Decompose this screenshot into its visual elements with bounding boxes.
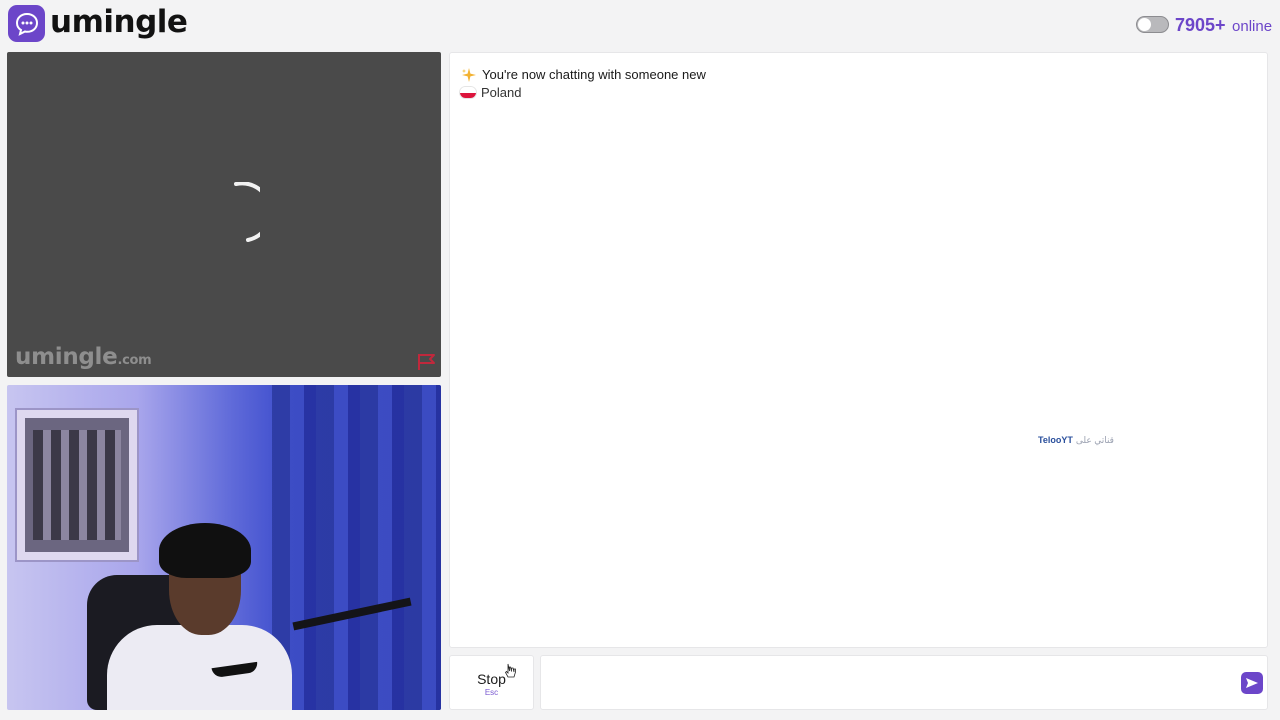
online-label: online: [1232, 18, 1273, 35]
online-plus: +: [1215, 15, 1226, 35]
chat-log[interactable]: You're now chatting with someone new Pol…: [449, 52, 1268, 648]
wall-picture-frame: [17, 410, 137, 560]
watermark-tld: .com: [117, 353, 152, 368]
mouse-pointer-icon: [505, 663, 516, 678]
report-flag-icon[interactable]: [417, 353, 437, 371]
stranger-video: umingle.com: [7, 52, 441, 377]
person-body: [107, 625, 292, 710]
online-count: 7905: [1175, 15, 1216, 35]
theme-toggle[interactable]: [1136, 16, 1169, 33]
logo-chat-icon[interactable]: [8, 5, 45, 42]
self-video: [7, 385, 441, 710]
sparkle-icon: [462, 67, 476, 82]
message-input-box[interactable]: [540, 655, 1268, 710]
stop-button[interactable]: Stop Esc: [449, 655, 534, 710]
logo-text[interactable]: umingle: [50, 4, 188, 40]
stop-shortcut-hint: Esc: [484, 688, 499, 697]
send-button[interactable]: [1241, 672, 1263, 694]
chat-status-message: You're now chatting with someone new: [462, 67, 706, 82]
person-hair: [159, 523, 251, 578]
watermark-name: umingle: [15, 344, 118, 370]
curtain: [272, 385, 441, 710]
stop-button-label: Stop: [477, 671, 506, 687]
loading-spinner-icon: [234, 182, 260, 242]
send-icon: [1246, 678, 1258, 688]
online-counter: 7905+ online: [1175, 15, 1272, 36]
poland-flag-icon: [460, 87, 476, 98]
header: umingle 7905+ online: [0, 0, 1280, 50]
overlay-text-a: TelooYT: [1038, 435, 1073, 445]
overlay-text-b: قناتي على: [1075, 435, 1114, 445]
stranger-country: Poland: [460, 85, 521, 100]
video-watermark: umingle.com: [15, 344, 152, 370]
country-name: Poland: [481, 85, 522, 100]
stream-overlay-watermark: TelooYT قناتي على: [1038, 435, 1114, 446]
toggle-knob: [1138, 18, 1151, 31]
chat-status-text: You're now chatting with someone new: [482, 67, 706, 82]
message-input[interactable]: [541, 656, 1231, 709]
